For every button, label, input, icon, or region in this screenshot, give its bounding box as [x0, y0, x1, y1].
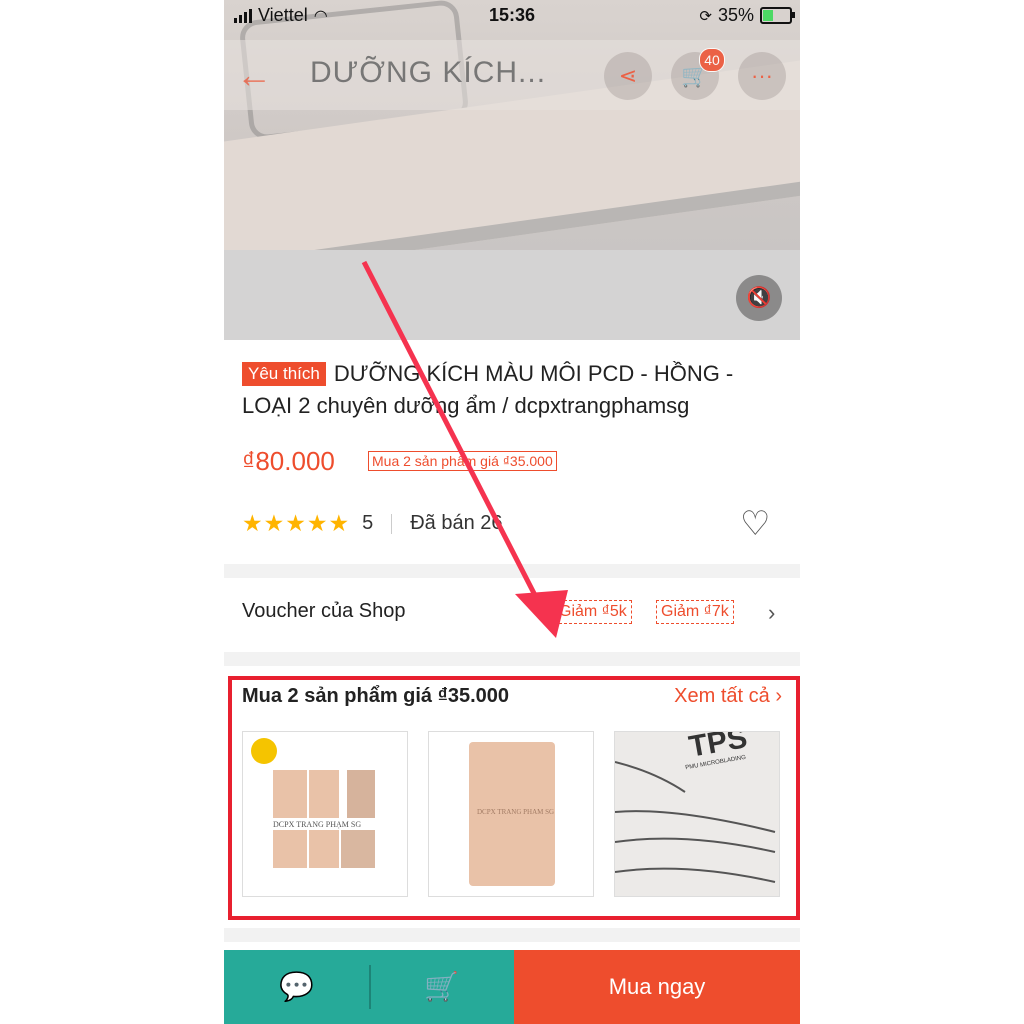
annotation-arrow	[361, 260, 568, 638]
